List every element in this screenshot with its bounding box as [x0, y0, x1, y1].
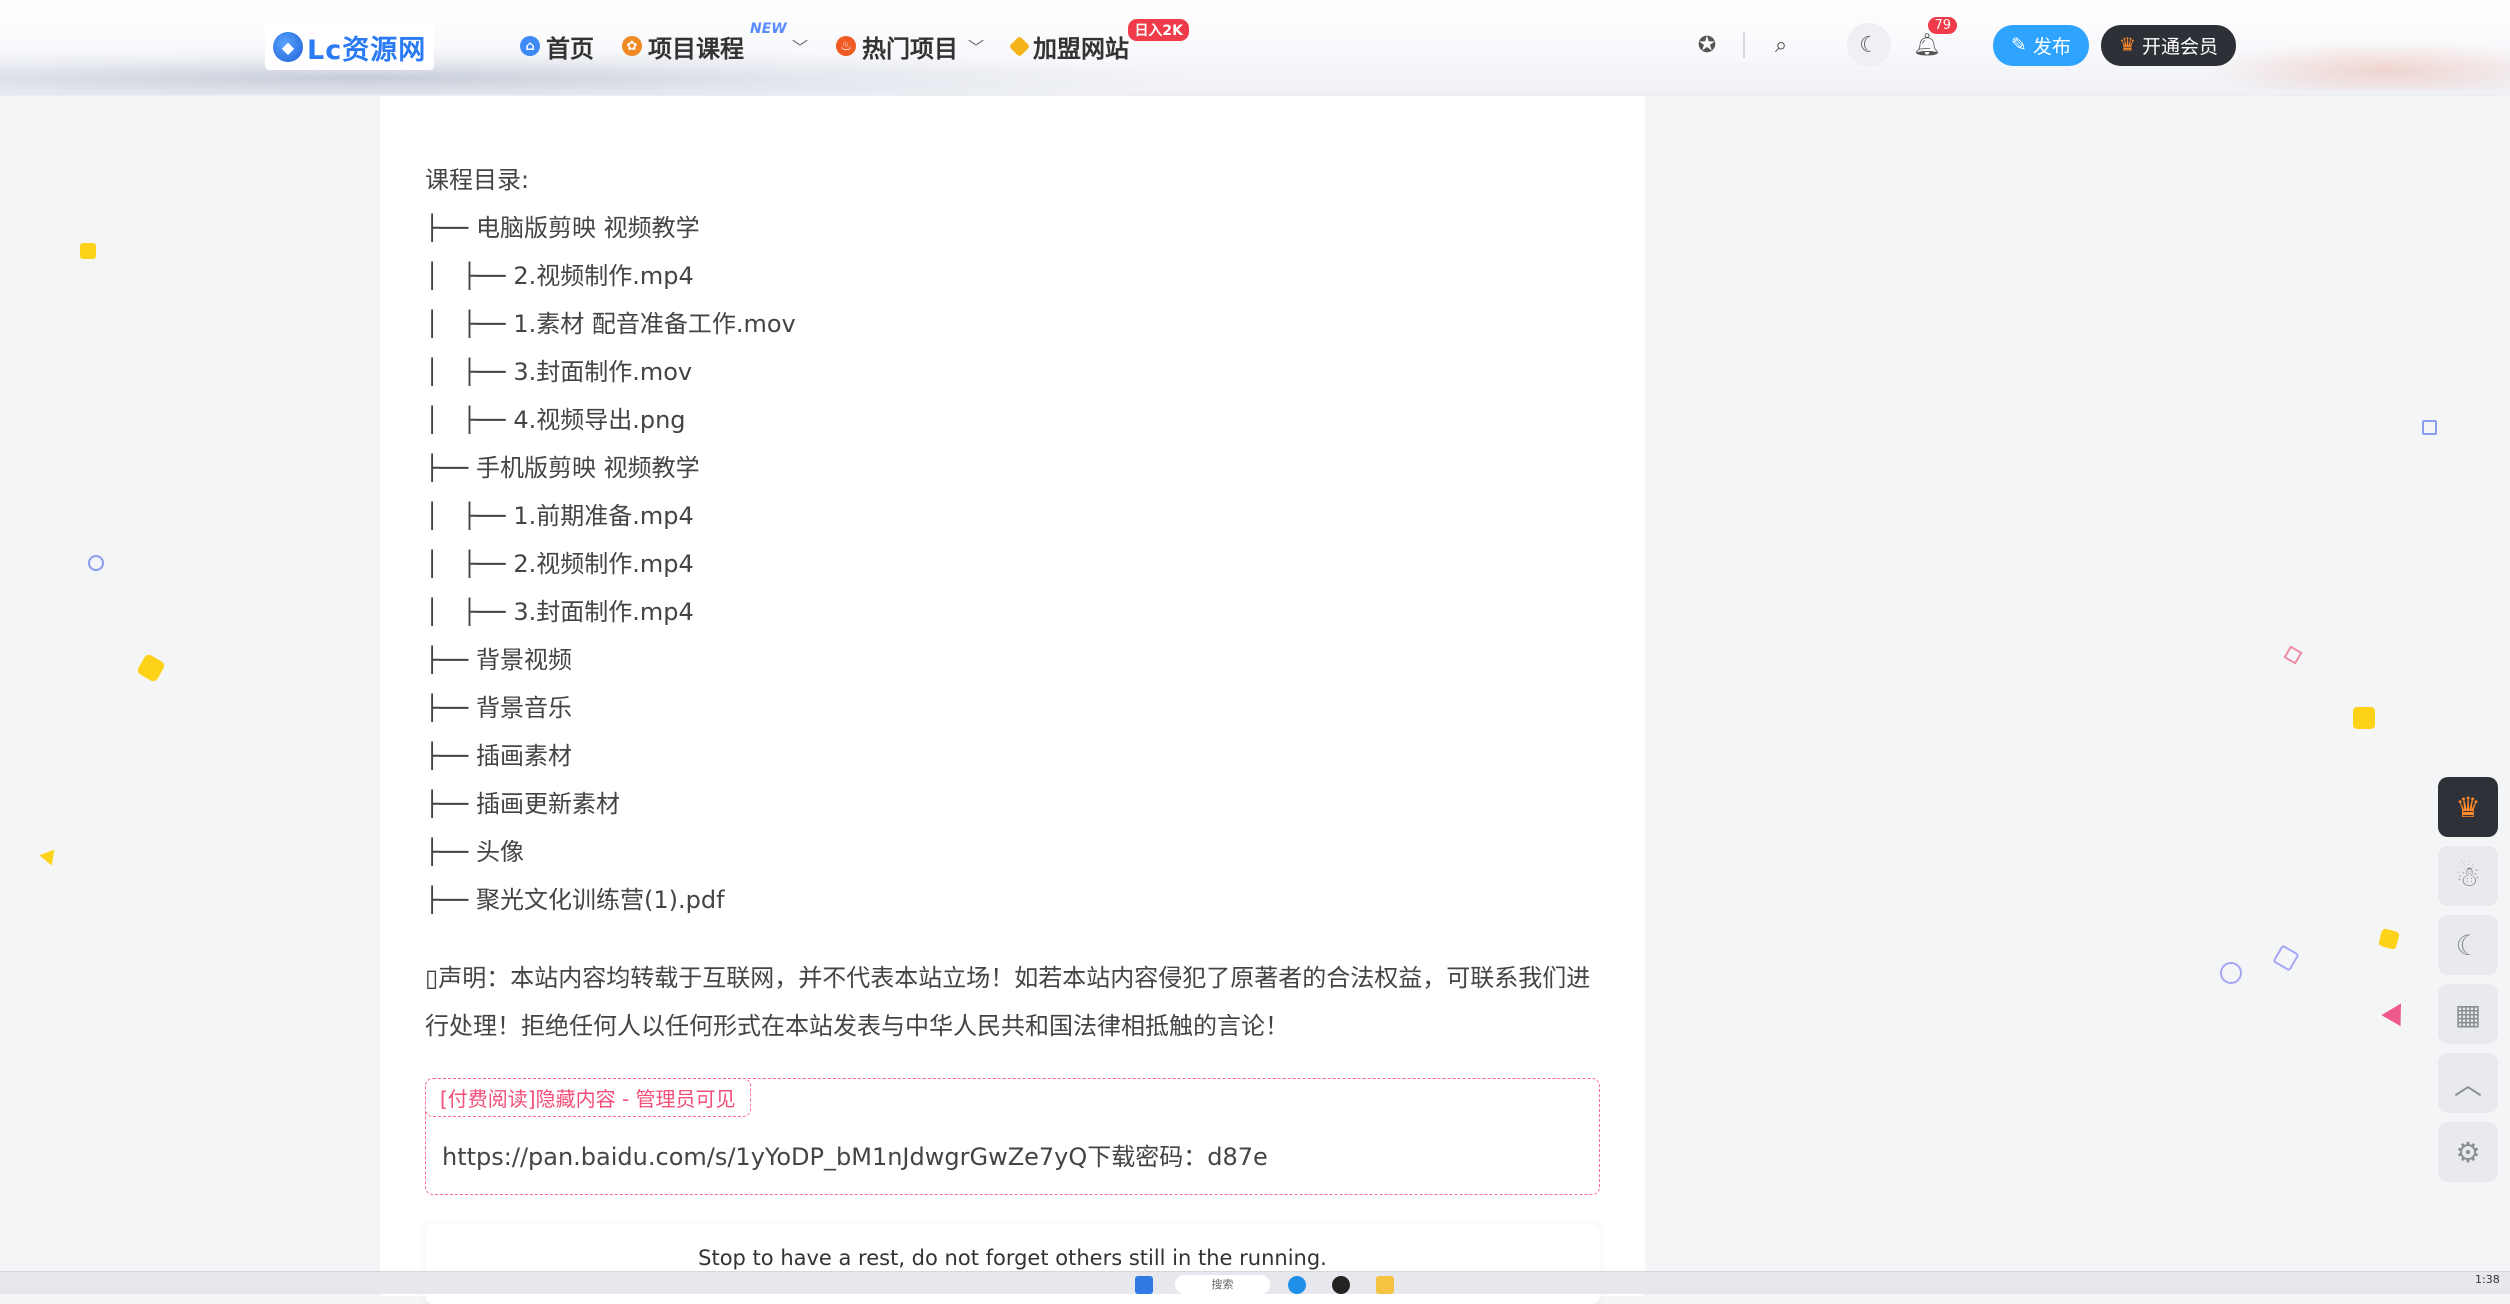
- publish-button[interactable]: ✎ 发布: [1993, 24, 2089, 66]
- toc-line: ├── 电脑版剪映 视频教学: [425, 214, 700, 242]
- course-toc: 课程目录: ├── 电脑版剪映 视频教学 │ ├── 2.视频制作.mp4 │ …: [425, 156, 796, 924]
- nav-label: 加盟网站: [1033, 34, 1130, 63]
- os-taskbar: 搜索 1:38: [0, 1271, 2510, 1294]
- moon-icon[interactable]: ☾: [2438, 915, 2498, 975]
- vip-label: 开通会员: [2141, 35, 2218, 58]
- toc-line: │ ├── 1.前期准备.mp4: [425, 502, 694, 530]
- taskbar-clock: 1:38: [2475, 1273, 2500, 1286]
- toc-line: ├── 插画素材: [425, 742, 572, 770]
- chevron-down-icon[interactable]: ﹀: [968, 34, 984, 58]
- publish-label: 发布: [2032, 35, 2071, 58]
- folder-icon[interactable]: [1376, 1276, 1394, 1294]
- toc-line: │ ├── 3.封面制作.mov: [425, 358, 693, 386]
- toc-line: ├── 聚光文化训练营(1).pdf: [425, 886, 725, 914]
- decoration-triangle: [39, 844, 61, 866]
- pencil-icon: ✎: [2011, 34, 2027, 56]
- header-actions: ✪ ⌕ ☾ 🔔︎ 79 ✎ 发布 ♛ 开通会员: [1685, 17, 2236, 70]
- windows-start-icon[interactable]: [1135, 1276, 1153, 1294]
- toc-line: │ ├── 3.封面制作.mp4: [425, 598, 694, 626]
- nav-label: 首页: [546, 34, 594, 63]
- home-icon: ⌂: [520, 36, 540, 56]
- crown-icon[interactable]: ♛: [2438, 777, 2498, 837]
- decoration-circle: [2220, 962, 2242, 984]
- diamond-icon: [1008, 35, 1031, 57]
- qq-icon[interactable]: [1332, 1276, 1350, 1294]
- decoration-square: [2377, 927, 2401, 951]
- decoration-cube: [80, 243, 96, 259]
- toc-line: │ ├── 2.视频制作.mp4: [425, 550, 694, 578]
- toc-line: ├── 头像: [425, 838, 524, 866]
- income-badge: 日入2K: [1128, 18, 1190, 41]
- nav-item-hot[interactable]: ♨ 热门项目 ﹀: [836, 29, 984, 64]
- toc-line: │ ├── 1.素材 配音准备工作.mov: [425, 310, 796, 338]
- header-mist-decoration-right: [2200, 40, 2510, 90]
- toc-line: ├── 手机版剪映 视频教学: [425, 454, 700, 482]
- toc-line: ├── 背景音乐: [425, 694, 572, 722]
- bell-icon[interactable]: 🔔︎ 79: [1905, 17, 1957, 67]
- decoration-cube: [135, 652, 167, 684]
- new-badge: NEW: [750, 20, 787, 37]
- floating-toolbar: ♛ ☃ ☾ ▦ ︿ ⚙: [2438, 777, 2498, 1191]
- gear-icon[interactable]: ⚙: [2438, 1122, 2498, 1182]
- hidden-content-box: [付费阅读]隐藏内容 - 管理员可见 https://pan.baidu.com…: [425, 1078, 1600, 1195]
- toc-line: 课程目录:: [425, 166, 530, 194]
- nav-item-join[interactable]: 加盟网站 日入2K: [1008, 18, 1190, 64]
- toc-line: │ ├── 4.视频导出.png: [425, 406, 686, 434]
- crown-icon: ♛: [2118, 34, 2136, 56]
- logo-text: Lc资源网: [307, 34, 427, 66]
- article-card: 课程目录: ├── 电脑版剪映 视频教学 │ ├── 2.视频制作.mp4 │ …: [380, 96, 1645, 1304]
- main-nav: ⌂ 首页 ✿ 项目课程 NEW ﹀ ♨ 热门项目 ﹀ 加盟网站 日入2K: [520, 18, 1190, 66]
- nav-label: 项目课程: [648, 34, 744, 63]
- site-logo[interactable]: ◆ Lc资源网: [265, 24, 435, 70]
- decoration-square: [2353, 707, 2375, 729]
- search-icon[interactable]: ⌕: [1759, 23, 1803, 67]
- decoration-square: [2283, 645, 2303, 665]
- toc-line: │ ├── 2.视频制作.mp4: [425, 262, 694, 290]
- taskbar-search[interactable]: 搜索: [1175, 1275, 1270, 1294]
- chevron-down-icon[interactable]: ﹀: [792, 34, 808, 58]
- toc-line: ├── 插画更新素材: [425, 790, 620, 818]
- moon-icon[interactable]: ☾: [1847, 23, 1891, 67]
- notification-badge: 79: [1928, 17, 1957, 34]
- nav-item-home[interactable]: ⌂ 首页: [520, 29, 594, 64]
- qrcode-icon[interactable]: ▦: [2438, 984, 2498, 1044]
- qq-icon[interactable]: ☃: [2438, 846, 2498, 906]
- hidden-content-tag: [付费阅读]隐藏内容 - 管理员可见: [425, 1078, 751, 1117]
- decoration-square: [2422, 420, 2437, 435]
- nav-item-courses[interactable]: ✿ 项目课程 NEW ﹀: [622, 21, 808, 64]
- download-link[interactable]: https://pan.baidu.com/s/1yYoDP_bM1nJdwgr…: [442, 1137, 1268, 1172]
- site-header: ◆ Lc资源网 ⌂ 首页 ✿ 项目课程 NEW ﹀ ♨ 热门项目 ﹀ 加盟网站 …: [0, 0, 2510, 96]
- toc-line: ├── 背景视频: [425, 646, 572, 674]
- nav-label: 热门项目: [862, 34, 959, 63]
- course-icon: ✿: [622, 36, 642, 56]
- logo-icon: ◆: [273, 32, 303, 62]
- vip-button[interactable]: ♛ 开通会员: [2100, 24, 2236, 66]
- arrow-up-icon[interactable]: ︿: [2438, 1053, 2498, 1113]
- medal-icon[interactable]: ✪: [1685, 23, 1729, 67]
- decoration-paper-plane: [2381, 997, 2411, 1027]
- flame-icon: ♨: [836, 36, 857, 56]
- browser-icon[interactable]: [1288, 1276, 1306, 1294]
- motto-text: Stop to have a rest, do not forget other…: [698, 1246, 1327, 1270]
- copyright-declaration: ▯声明：本站内容均转载于互联网，并不代表本站立场！如若本站内容侵犯了原著者的合法…: [425, 964, 1591, 1040]
- divider: [1743, 32, 1745, 58]
- decoration-cube: [2272, 944, 2300, 972]
- decoration-circle: [88, 555, 104, 571]
